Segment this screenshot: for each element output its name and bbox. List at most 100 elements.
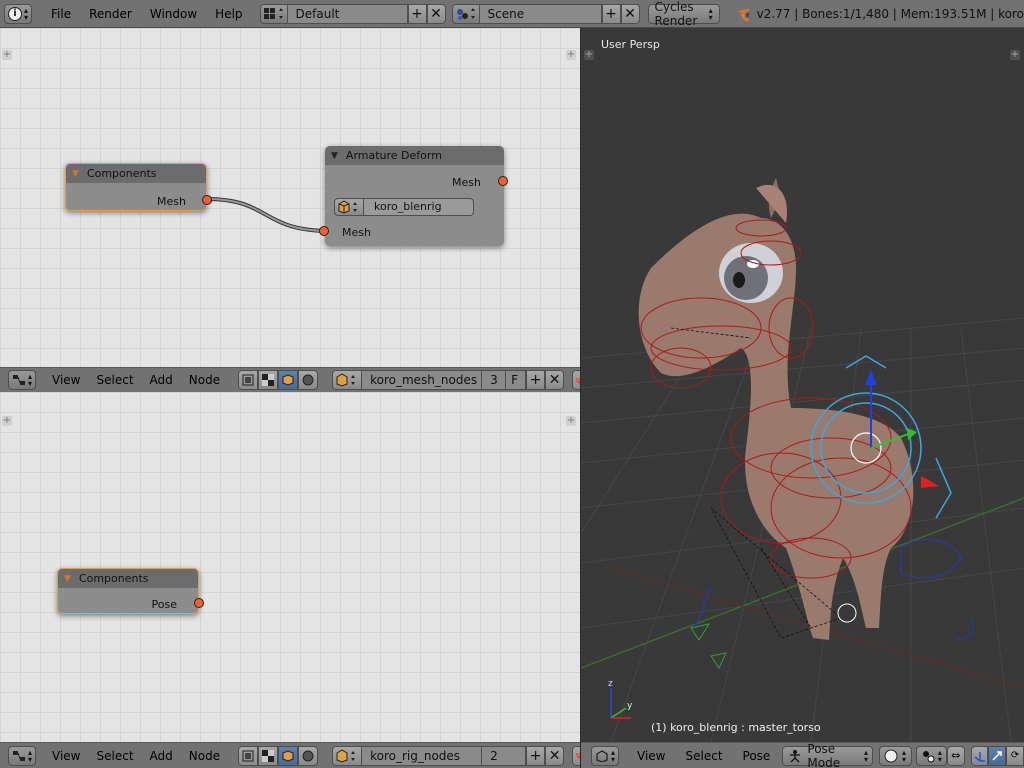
pivot-point-dropdown[interactable]: ▴ ▾ [915, 745, 947, 766]
collapse-triangle-icon[interactable]: ▼ [64, 574, 71, 584]
armature-deform-node[interactable]: ▼ Armature Deform Mesh koro_blenrig Mesh [319, 146, 508, 246]
translate-manipulator-button[interactable] [970, 745, 989, 766]
collapse-triangle-icon[interactable]: ▼ [72, 169, 79, 179]
interaction-mode-dropdown[interactable]: Pose Mode ▴ ▾ [782, 743, 874, 768]
region-expand-icon[interactable]: + [1010, 50, 1020, 60]
axis-gizmo: z y [608, 679, 633, 719]
object-nodes-button[interactable] [278, 370, 299, 390]
menu-node[interactable]: Node [181, 373, 228, 387]
screen-layout-name[interactable]: Default [287, 3, 408, 24]
new-tree-button[interactable]: + [526, 370, 546, 390]
manipulator-toggle[interactable]: ⇔ [946, 745, 965, 766]
add-layout-button[interactable]: + [407, 3, 427, 24]
3d-cursor-icon [837, 603, 857, 623]
menu-window[interactable]: Window [141, 7, 206, 21]
pose-mode-icon [790, 749, 801, 762]
delete-scene-button[interactable]: ✕ [620, 3, 640, 24]
sphere-icon [302, 750, 314, 761]
node-editor-header-top: ▴ ▾ View Select Add Node koro_mesh_nodes … [0, 367, 588, 392]
active-object-status: (1) koro_blenrig : master_torso [651, 721, 821, 734]
node-tree-browse-button[interactable] [332, 745, 363, 766]
menu-help[interactable]: Help [206, 7, 251, 21]
3d-view-icon [596, 749, 608, 762]
cube-icon [336, 373, 356, 387]
editor-type-selector[interactable]: ▴ ▾ [8, 745, 37, 766]
compositor-tree-button[interactable] [258, 370, 279, 390]
render-engine-label: Cycles Render [654, 0, 698, 28]
object-name-field[interactable]: koro_blenrig [364, 198, 474, 216]
node-editor-icon [13, 750, 25, 761]
cube-icon [282, 749, 294, 762]
unlink-tree-button[interactable]: ✕ [545, 370, 565, 390]
menu-select[interactable]: Select [89, 373, 142, 387]
ik-targets [690, 623, 727, 670]
output-socket[interactable] [498, 176, 508, 186]
info-icon: i [8, 6, 22, 21]
user-count[interactable]: 3 [482, 370, 507, 390]
node-tree-name[interactable]: koro_mesh_nodes [362, 370, 483, 390]
node-header[interactable]: ▼ Components [58, 569, 198, 588]
output-socket[interactable] [202, 195, 212, 205]
editor-type-selector[interactable]: ▴ ▾ [591, 745, 620, 766]
menu-view[interactable]: View [44, 749, 88, 763]
cube-icon [338, 200, 357, 214]
unlink-tree-button[interactable]: ✕ [545, 745, 565, 766]
shader-icon [242, 374, 254, 386]
object-browse-button[interactable] [334, 198, 364, 216]
shader-tree-button[interactable] [238, 370, 259, 390]
menu-node[interactable]: Node [181, 749, 228, 763]
output-socket[interactable] [194, 598, 204, 608]
node-header[interactable]: ▼ Components [66, 164, 206, 183]
cube-icon [282, 374, 294, 386]
sphere-icon [302, 374, 314, 386]
viewport-shading-dropdown[interactable]: ▴ ▾ [879, 745, 912, 766]
menu-select[interactable]: Select [89, 749, 142, 763]
node-tree-browse-button[interactable] [332, 370, 363, 390]
scale-manipulator-button[interactable]: ⟳ [1006, 745, 1024, 766]
texture-tree-button[interactable] [298, 370, 319, 390]
menu-pose[interactable]: Pose [733, 749, 781, 763]
region-expand-icon[interactable]: + [566, 416, 576, 426]
node-editor-mesh-canvas[interactable]: + + ▼ Components Mesh ▼ Armature Deform … [0, 28, 580, 367]
updown-arrow-icon: ▴ ▾ [24, 5, 29, 22]
menu-render[interactable]: Render [80, 7, 141, 21]
region-expand-icon[interactable]: + [584, 50, 594, 60]
shader-tree-button[interactable] [238, 745, 259, 766]
region-expand-icon[interactable]: + [2, 416, 12, 426]
compositor-tree-button[interactable] [258, 745, 279, 766]
editor-type-selector[interactable]: ▴ ▾ [8, 370, 37, 390]
layout-browse-button[interactable] [259, 3, 288, 24]
menu-add[interactable]: Add [142, 373, 181, 387]
delete-layout-button[interactable]: ✕ [426, 3, 446, 24]
input-socket[interactable] [319, 226, 329, 236]
menu-file[interactable]: File [42, 7, 80, 21]
rotate-manipulator-button[interactable] [988, 745, 1007, 766]
texture-tree-button[interactable] [298, 745, 319, 766]
scene-statistics: v2.77 | Bones:1/1,480 | Mem:193.51M | ko… [756, 6, 1024, 21]
scene-name[interactable]: Scene [479, 3, 602, 24]
menu-view[interactable]: View [627, 749, 675, 763]
node-header[interactable]: ▼ Armature Deform [325, 146, 504, 165]
node-editor-rig-canvas[interactable]: + + ▼ Components Pose [0, 392, 580, 742]
add-scene-button[interactable]: + [601, 3, 621, 24]
node-tree-name[interactable]: koro_rig_nodes [362, 745, 483, 766]
x-arrow-icon [921, 476, 939, 488]
menu-select[interactable]: Select [676, 749, 733, 763]
components-node[interactable]: ▼ Components Mesh [65, 163, 212, 211]
shader-icon [242, 750, 254, 761]
collapse-triangle-icon[interactable]: ▼ [331, 151, 338, 161]
screen-layout-icon [263, 7, 283, 19]
menu-view[interactable]: View [44, 373, 88, 387]
3d-viewport[interactable]: z y User Persp + + (1) koro_blenrig : ma… [581, 28, 1024, 742]
menu-add[interactable]: Add [142, 749, 181, 763]
render-engine-dropdown[interactable]: Cycles Render ▴ ▾ [647, 0, 720, 27]
close-icon: ✕ [548, 747, 561, 764]
new-tree-button[interactable]: + [526, 745, 546, 766]
scene-browse-button[interactable] [451, 3, 480, 24]
user-count[interactable]: 2 [482, 745, 527, 766]
fake-user-toggle[interactable]: F [506, 370, 527, 390]
components-node[interactable]: ▼ Components Pose [57, 568, 204, 614]
object-nodes-button[interactable] [278, 745, 299, 766]
object-selector[interactable]: koro_blenrig [334, 198, 474, 216]
editor-type-selector[interactable]: i ▴ ▾ [4, 3, 33, 24]
